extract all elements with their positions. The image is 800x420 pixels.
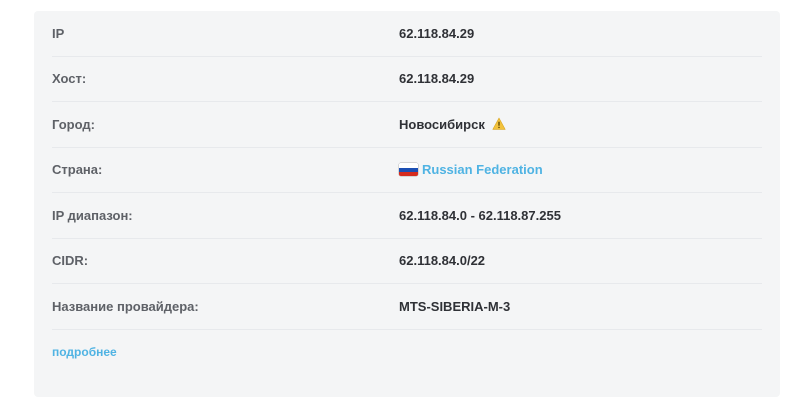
- ip-info-card: IP 62.118.84.29 Хост: 62.118.84.29 Город…: [34, 11, 780, 397]
- country-link[interactable]: Russian Federation: [422, 162, 543, 177]
- country-label: Страна:: [52, 162, 103, 178]
- row-cidr: CIDR: 62.118.84.0/22: [52, 239, 762, 284]
- cidr-value: 62.118.84.0/22: [399, 253, 486, 269]
- row-ip: IP 62.118.84.29: [52, 11, 762, 57]
- warning-icon: [492, 117, 506, 131]
- row-provider: Название провайдера: MTS-SIBERIA-M-3: [52, 284, 762, 330]
- provider-value: MTS-SIBERIA-M-3: [399, 298, 511, 314]
- country-value-wrap: Russian Federation: [399, 162, 543, 177]
- more-row: подробнее: [52, 330, 762, 375]
- russia-flag-icon: [399, 163, 418, 177]
- row-country: Страна: Russian Federation: [52, 148, 762, 193]
- row-ip-range: IP диапазон: 62.118.84.0 - 62.118.87.255: [52, 193, 762, 239]
- city-value-wrap: Новосибирск: [399, 117, 506, 132]
- more-details-link[interactable]: подробнее: [52, 345, 117, 359]
- ip-range-label: IP диапазон:: [52, 207, 133, 223]
- ip-range-value: 62.118.84.0 - 62.118.87.255: [399, 207, 561, 223]
- ip-value: 62.118.84.29: [399, 25, 475, 41]
- city-label: Город:: [52, 116, 95, 132]
- ip-label: IP: [52, 25, 65, 41]
- host-value: 62.118.84.29: [399, 71, 475, 87]
- cidr-label: CIDR:: [52, 253, 89, 269]
- provider-label: Название провайдера:: [52, 298, 199, 314]
- row-city: Город: Новосибирск: [52, 102, 762, 148]
- row-host: Хост: 62.118.84.29: [52, 57, 762, 102]
- host-label: Хост:: [52, 71, 87, 87]
- city-value: Новосибирск: [399, 116, 485, 132]
